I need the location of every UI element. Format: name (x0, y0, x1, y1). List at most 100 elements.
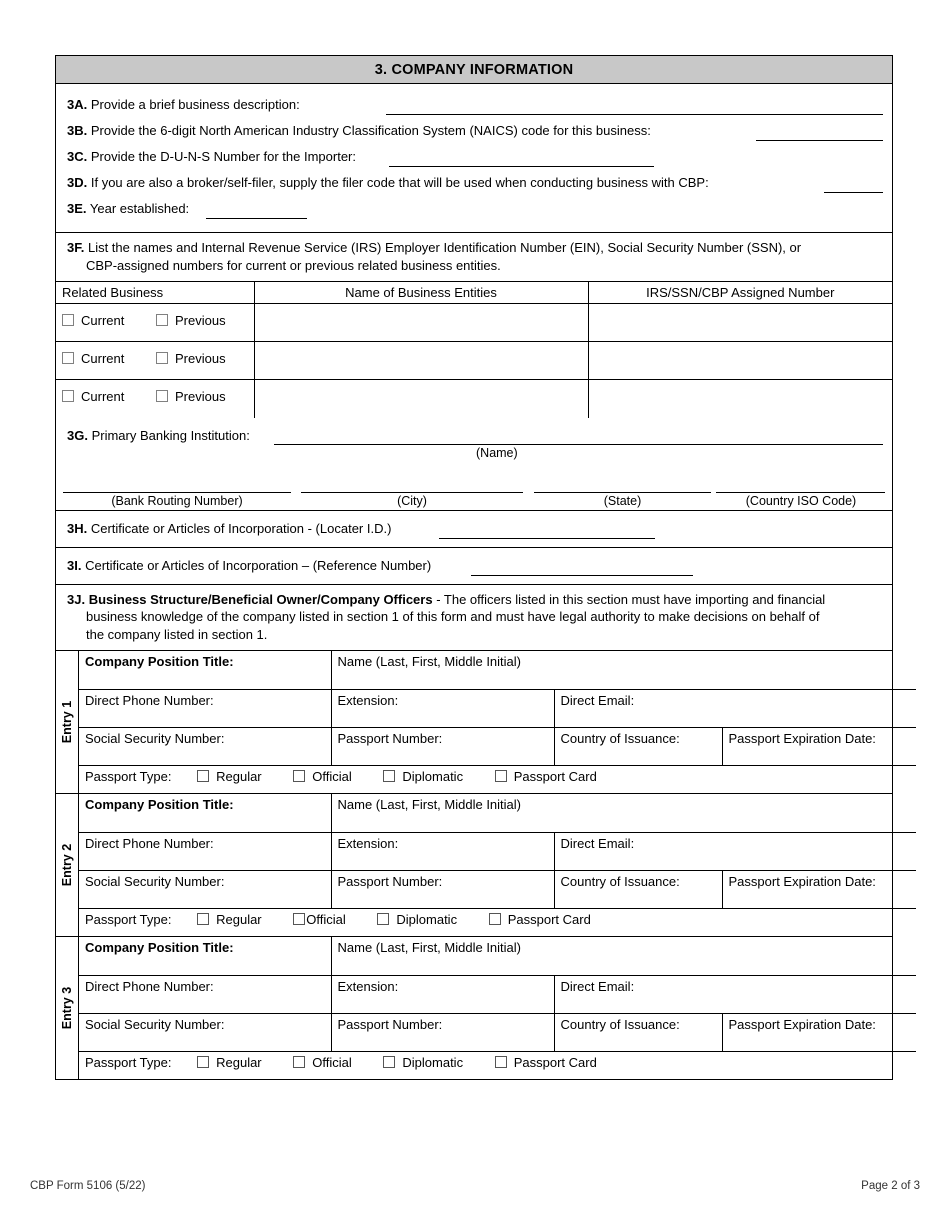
entry-1-checkbox-regular[interactable]: Regular (197, 769, 262, 784)
entry-2-phone-label[interactable]: Direct Phone Number: (79, 831, 332, 871)
assigned-number-input-2[interactable] (587, 341, 892, 380)
bank-city-input-line[interactable] (301, 491, 523, 493)
entry-3-phone-label[interactable]: Direct Phone Number: (79, 974, 332, 1014)
checkbox-icon[interactable] (197, 912, 210, 925)
checkbox-icon[interactable] (62, 352, 74, 364)
business-entity-name-input-1[interactable] (253, 303, 589, 342)
table-row: Current Previous (56, 303, 892, 342)
entry-2-name-label[interactable]: Name (Last, First, Middle Initial) (330, 794, 916, 833)
checkbox-icon[interactable] (293, 1055, 306, 1068)
entry-2-extension-label[interactable]: Extension: (330, 831, 555, 871)
footer-page-number: Page 2 of 3 (861, 1180, 920, 1192)
checkbox-icon[interactable] (293, 769, 306, 782)
related-business-status-cell: Current Previous (56, 379, 255, 418)
checkbox-icon[interactable] (494, 1055, 507, 1068)
checkbox-icon[interactable] (197, 1055, 210, 1068)
bank-state-input-line[interactable] (534, 491, 711, 493)
entry-3-checkbox-passport-card[interactable]: Passport Card (494, 1055, 597, 1070)
checkbox-icon[interactable] (155, 352, 168, 364)
column-header-related-business: Related Business (56, 282, 255, 304)
section-header-title: 3. COMPANY INFORMATION (56, 56, 892, 84)
entry-1-passport-expiration-label[interactable]: Passport Expiration Date: (721, 726, 916, 766)
entry-3-ssn-label[interactable]: Social Security Number: (79, 1012, 332, 1052)
question-3a-input-line[interactable] (386, 114, 883, 115)
question-3h-input-line[interactable] (439, 537, 655, 539)
entry-1-checkbox-diplomatic[interactable]: Diplomatic (383, 769, 463, 784)
footer-form-id: CBP Form 5106 (5/22) (30, 1180, 146, 1192)
checkbox-icon[interactable] (488, 912, 501, 925)
question-3f-line1: 3F. List the names and Internal Revenue … (67, 239, 882, 257)
checkbox-icon[interactable] (494, 769, 507, 782)
entry-1-row-title-name: Company Position Title: Name (Last, Firs… (79, 651, 916, 690)
entry-3-passport-number-label[interactable]: Passport Number: (330, 1012, 555, 1052)
question-3e-number: 3E. (67, 201, 87, 216)
related-business-table: Related Business Name of Business Entiti… (56, 282, 892, 418)
entry-3-label-regular: Regular (216, 1054, 262, 1070)
checkbox-current-1[interactable]: Current (62, 313, 124, 328)
question-3j-text-line3: the company listed in section 1. (86, 626, 268, 642)
question-3g-banking-block: 3G. Primary Banking Institution: (Name) … (56, 418, 892, 511)
entry-1-phone-label[interactable]: Direct Phone Number: (79, 688, 332, 728)
entry-2-ssn-label[interactable]: Social Security Number: (79, 869, 332, 909)
checkbox-current-3[interactable]: Current (62, 389, 124, 404)
entry-1-label-passport-card: Passport Card (513, 768, 597, 784)
question-3d-row: 3D. If you are also a broker/self-filer,… (56, 171, 892, 197)
checkbox-icon[interactable] (62, 314, 74, 326)
entry-2-email-label[interactable]: Direct Email: (553, 831, 916, 871)
entry-1-email-label[interactable]: Direct Email: (553, 688, 916, 728)
entry-3-row-passport-type: Passport Type: Regular Official Diplomat… (79, 1050, 916, 1079)
bank-name-input-line[interactable] (274, 443, 883, 445)
entry-1-passport-number-label[interactable]: Passport Number: (330, 726, 555, 766)
entry-3-checkbox-official[interactable]: Official (293, 1055, 352, 1070)
entry-1-name-label[interactable]: Name (Last, First, Middle Initial) (330, 651, 916, 690)
entry-3-email-label[interactable]: Direct Email: (553, 974, 916, 1014)
question-3b-input-line[interactable] (756, 140, 883, 141)
bank-routing-input-line[interactable] (63, 491, 291, 493)
bank-country-input-line[interactable] (716, 491, 885, 493)
checkbox-icon[interactable] (62, 390, 74, 402)
bank-country-caption: (Country ISO Code) (745, 493, 857, 508)
entry-3-checkbox-diplomatic[interactable]: Diplomatic (383, 1055, 463, 1070)
entry-3-row-title-name: Company Position Title: Name (Last, Firs… (79, 937, 916, 976)
checkbox-previous-label-3: Previous (174, 389, 226, 404)
checkbox-current-2[interactable]: Current (62, 351, 124, 366)
entry-3-name-label[interactable]: Name (Last, First, Middle Initial) (330, 937, 916, 976)
entry-3-extension-label[interactable]: Extension: (330, 974, 555, 1014)
entry-1-extension-label[interactable]: Extension: (330, 688, 555, 728)
checkbox-icon[interactable] (377, 912, 390, 925)
question-3i-block: 3I. Certificate or Articles of Incorpora… (56, 548, 892, 585)
business-entity-name-input-3[interactable] (253, 379, 589, 418)
entry-1-ssn-label[interactable]: Social Security Number: (79, 726, 332, 766)
checkbox-previous-3[interactable]: Previous (155, 389, 226, 404)
question-3i-input-line[interactable] (471, 574, 693, 576)
checkbox-previous-2[interactable]: Previous (155, 351, 226, 366)
checkbox-icon[interactable] (293, 912, 306, 925)
entry-3-passport-expiration-label[interactable]: Passport Expiration Date: (721, 1012, 916, 1052)
checkbox-icon[interactable] (155, 314, 168, 326)
checkbox-icon[interactable] (383, 1055, 396, 1068)
entry-1-checkbox-passport-card[interactable]: Passport Card (494, 768, 597, 784)
question-3e-input-line[interactable] (206, 218, 307, 219)
entry-2-checkbox-regular[interactable]: Regular (197, 912, 262, 927)
checkbox-icon[interactable] (383, 769, 396, 782)
entry-1-country-issuance-label[interactable]: Country of Issuance: (553, 726, 723, 766)
question-3h-block: 3H. Certificate or Articles of Incorpora… (56, 511, 892, 548)
entry-2-passport-expiration-label[interactable]: Passport Expiration Date: (721, 869, 916, 909)
entry-2-country-issuance-label[interactable]: Country of Issuance: (553, 869, 723, 909)
checkbox-icon[interactable] (155, 390, 168, 402)
entry-1-checkbox-official[interactable]: Official (293, 769, 352, 784)
assigned-number-input-1[interactable] (587, 303, 892, 342)
entry-2-checkbox-official[interactable]: Official (293, 912, 346, 927)
checkbox-icon[interactable] (197, 769, 210, 782)
question-3c-input-line[interactable] (389, 166, 654, 167)
entry-2-checkbox-diplomatic[interactable]: Diplomatic (377, 912, 457, 927)
business-entity-name-input-2[interactable] (253, 341, 589, 380)
entry-2-checkbox-passport-card[interactable]: Passport Card (488, 912, 591, 927)
assigned-number-input-3[interactable] (587, 379, 892, 418)
entry-3-country-issuance-label[interactable]: Country of Issuance: (553, 1012, 723, 1052)
entry-2-passport-number-label[interactable]: Passport Number: (330, 869, 555, 909)
question-3d-input-line[interactable] (824, 192, 883, 193)
checkbox-previous-1[interactable]: Previous (155, 313, 226, 328)
entry-2-tab-label: Entry 2 (60, 843, 74, 887)
entry-3-checkbox-regular[interactable]: Regular (197, 1055, 262, 1070)
